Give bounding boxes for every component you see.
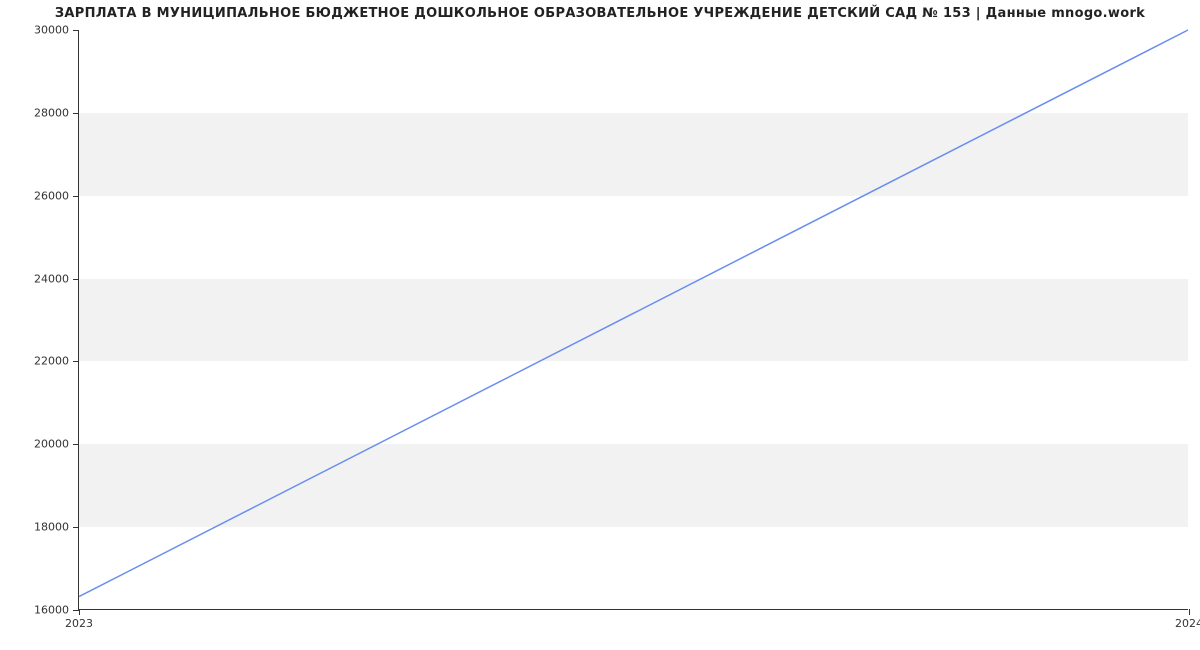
- series-line: [79, 30, 1188, 597]
- x-tick: [1189, 609, 1190, 615]
- x-tick-label: 2023: [65, 617, 93, 630]
- y-tick-label: 30000: [34, 24, 69, 37]
- y-tick: [73, 444, 79, 445]
- x-tick-label: 2024: [1175, 617, 1200, 630]
- y-tick-label: 20000: [34, 438, 69, 451]
- y-tick: [73, 279, 79, 280]
- y-tick-label: 22000: [34, 355, 69, 368]
- chart-container: ЗАРПЛАТА В МУНИЦИПАЛЬНОЕ БЮДЖЕТНОЕ ДОШКО…: [0, 0, 1200, 650]
- y-tick: [73, 30, 79, 31]
- y-tick-label: 16000: [34, 604, 69, 617]
- y-tick: [73, 196, 79, 197]
- line-layer: [79, 30, 1188, 609]
- x-tick: [79, 609, 80, 615]
- y-tick: [73, 361, 79, 362]
- y-tick: [73, 527, 79, 528]
- y-tick-label: 18000: [34, 521, 69, 534]
- y-tick-label: 28000: [34, 106, 69, 119]
- y-tick-label: 26000: [34, 189, 69, 202]
- y-tick-label: 24000: [34, 272, 69, 285]
- plot-area: 1600018000200002200024000260002800030000…: [78, 30, 1188, 610]
- y-tick: [73, 113, 79, 114]
- chart-title: ЗАРПЛАТА В МУНИЦИПАЛЬНОЕ БЮДЖЕТНОЕ ДОШКО…: [0, 6, 1200, 21]
